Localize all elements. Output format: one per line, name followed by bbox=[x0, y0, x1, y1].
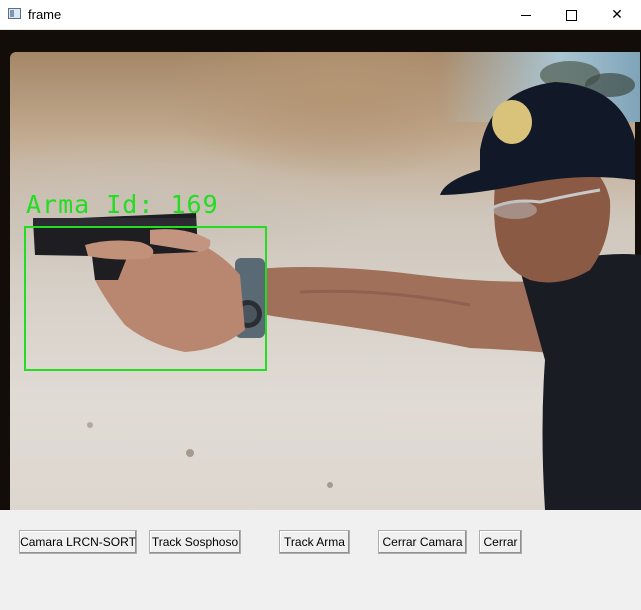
close-button[interactable]: Cerrar bbox=[479, 530, 522, 554]
track-suspect-button[interactable]: Track Sosphoso bbox=[149, 530, 241, 554]
detection-bounding-box bbox=[24, 226, 267, 371]
close-window-button[interactable]: ✕ bbox=[594, 0, 640, 30]
close-icon: ✕ bbox=[611, 7, 623, 23]
window-title: frame bbox=[28, 7, 62, 22]
close-camera-button[interactable]: Cerrar Camara bbox=[378, 530, 467, 554]
maximize-button[interactable] bbox=[548, 0, 594, 30]
maximize-icon bbox=[565, 9, 577, 21]
minimize-icon bbox=[521, 14, 531, 16]
minimize-button[interactable] bbox=[503, 0, 549, 30]
control-panel: Camara LRCN-SORT Track Sosphoso Track Ar… bbox=[0, 510, 641, 610]
detection-label: Arma Id: 169 bbox=[26, 190, 219, 219]
camara-lrcn-sort-button[interactable]: Camara LRCN-SORT bbox=[19, 530, 137, 554]
video-frame: Arma Id: 169 bbox=[0, 30, 641, 510]
app-icon bbox=[8, 8, 21, 19]
track-weapon-button[interactable]: Track Arma bbox=[279, 530, 350, 554]
title-bar: frame ✕ bbox=[0, 0, 641, 30]
